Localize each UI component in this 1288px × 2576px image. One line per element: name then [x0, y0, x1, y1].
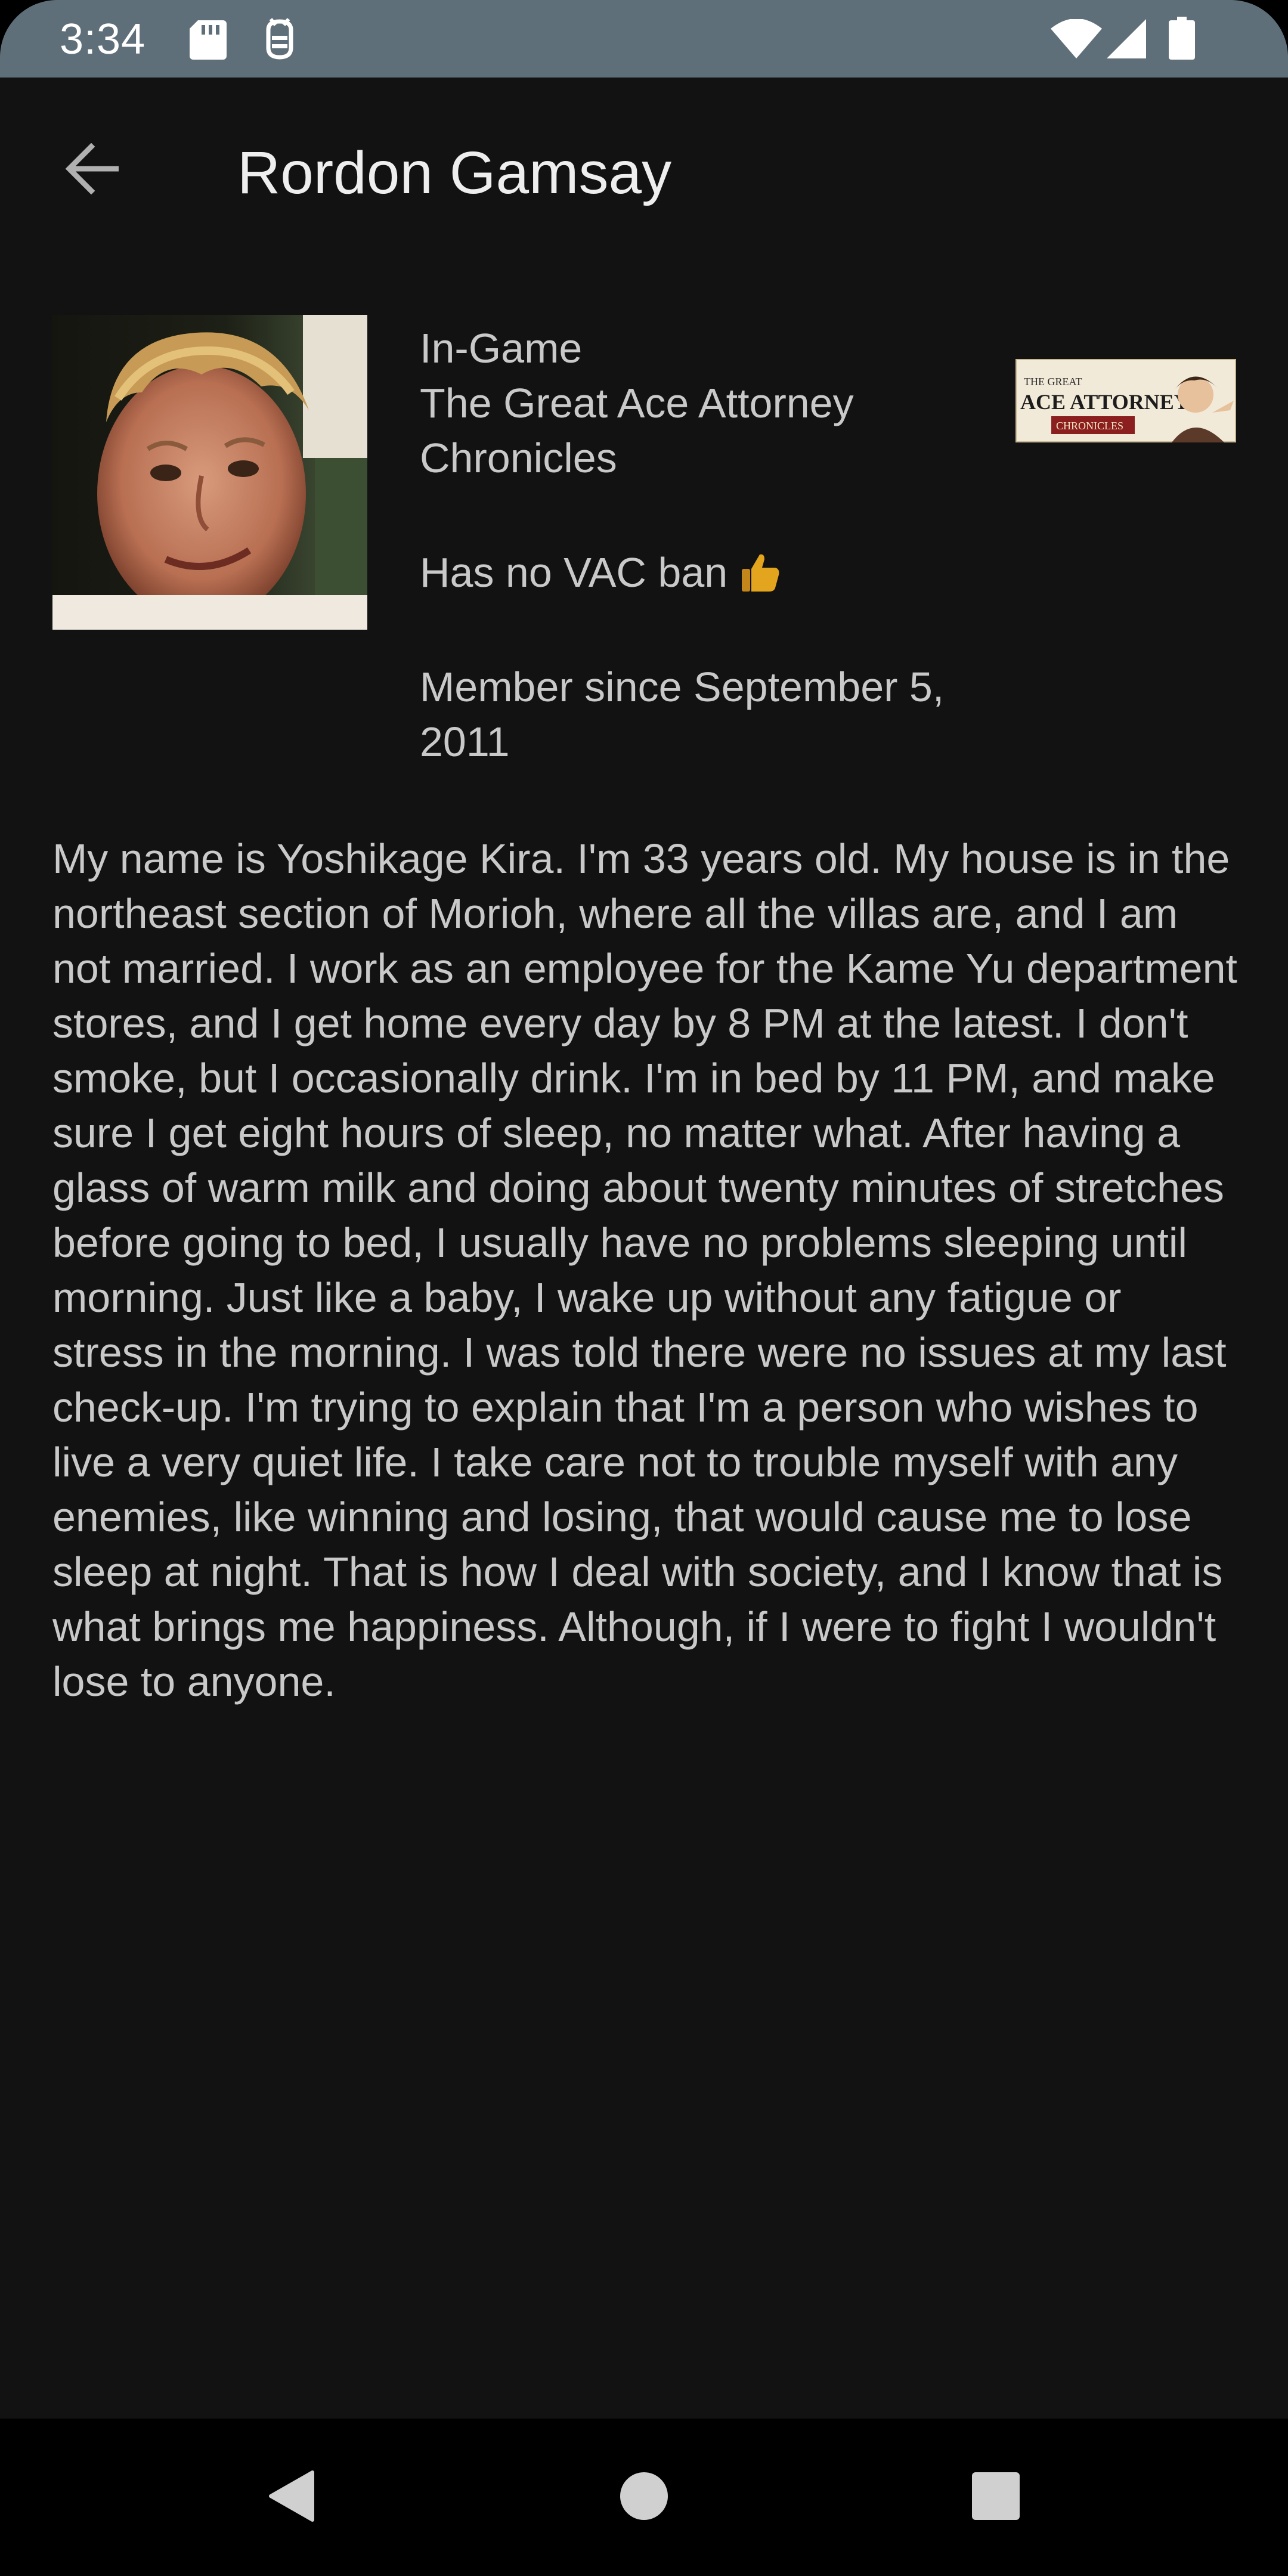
banner-line3: CHRONICLES	[1056, 420, 1123, 432]
game-banner-image[interactable]: THE GREAT ACE ATTORNEY CHRONICLES	[1015, 359, 1236, 442]
sd-card-icon	[190, 20, 227, 63]
status-text: In-Game	[420, 325, 583, 371]
vac-status: Has no VAC ban	[420, 545, 1016, 600]
banner-line1: THE GREAT	[1024, 376, 1082, 388]
app-bar: Rordon Gamsay	[0, 78, 1288, 268]
battery-icon	[1169, 17, 1195, 63]
app-screen: 3:34 Rordon Gamsay In-Game The Great Ace…	[0, 0, 1288, 2576]
game-name-link[interactable]: The Great Ace Attorney Chronicles	[420, 376, 956, 485]
back-triangle-icon	[267, 2470, 315, 2525]
avatar	[52, 315, 367, 630]
status-bar: 3:34	[0, 0, 1288, 78]
banner-line2: ACE ATTORNEY	[1020, 390, 1190, 414]
nav-recents-button[interactable]	[936, 2419, 1055, 2576]
page-title: Rordon Gamsay	[237, 140, 672, 206]
member-since: Member since September 5, 2011	[420, 664, 945, 765]
cellular-signal-icon	[1107, 19, 1146, 61]
nav-back-button[interactable]	[231, 2419, 351, 2576]
thumbs-up-icon	[739, 551, 781, 593]
profile-info: In-Game The Great Ace Attorney Chronicle…	[420, 321, 1016, 769]
recents-square-icon	[971, 2471, 1021, 2524]
nav-home-button[interactable]	[584, 2419, 704, 2576]
profile-bio: My name is Yoshikage Kira. I'm 33 years …	[52, 835, 1237, 1705]
navigation-bar	[0, 2419, 1288, 2576]
debug-icon	[262, 18, 297, 64]
wifi-icon	[1051, 18, 1102, 61]
arrow-back-icon	[64, 143, 120, 197]
vac-status-text: Has no VAC ban	[420, 549, 728, 596]
status-time: 3:34	[60, 16, 146, 63]
back-button[interactable]	[52, 131, 130, 209]
home-circle-icon	[619, 2471, 669, 2524]
